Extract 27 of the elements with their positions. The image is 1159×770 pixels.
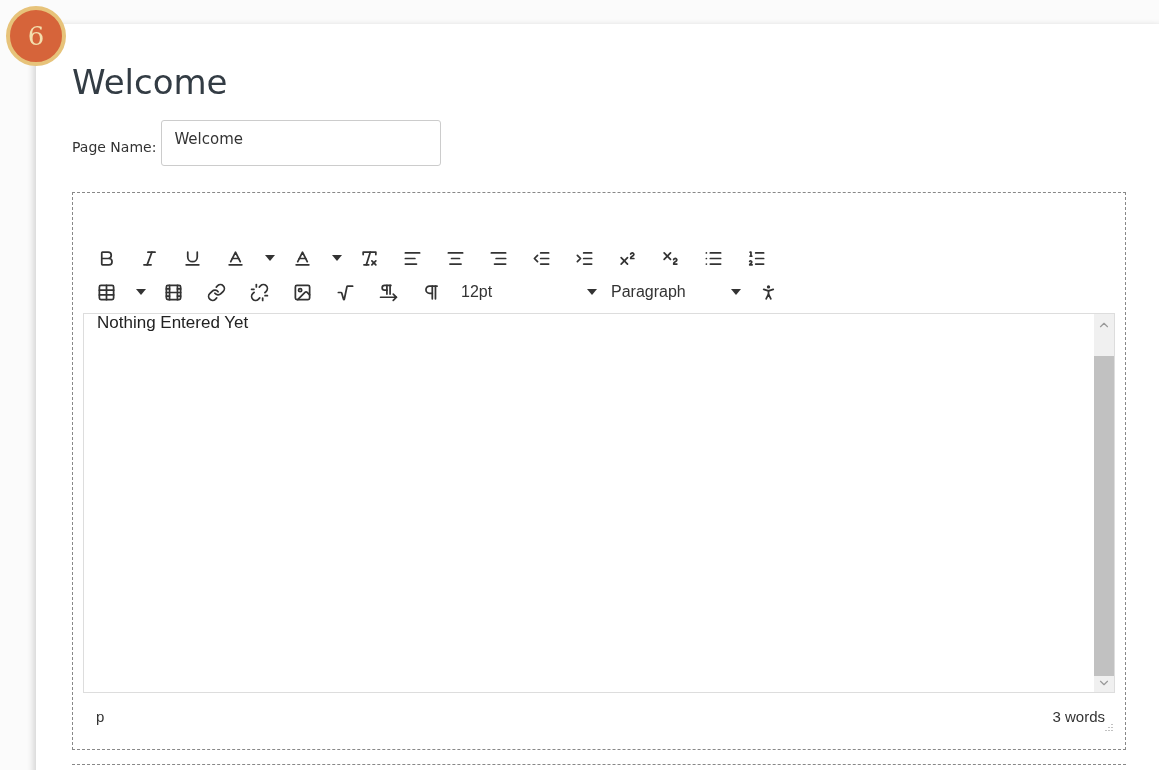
media-icon — [163, 282, 183, 302]
caret-icon — [587, 289, 597, 295]
text-color-icon — [225, 248, 245, 268]
element-path[interactable]: p — [96, 707, 105, 725]
page-name-field[interactable]: Welcome — [161, 120, 442, 166]
block-format-select[interactable]: Paragraph — [611, 279, 741, 305]
background-color-icon — [292, 248, 312, 268]
caret-icon — [731, 289, 741, 295]
font-size-select[interactable]: 12pt — [461, 279, 597, 305]
word-count: 3 words — [1052, 707, 1105, 725]
page-name-label: Page Name: — [72, 139, 157, 155]
content-text: Nothing Entered Yet — [97, 314, 249, 332]
equation-icon — [335, 282, 355, 302]
unlink-icon — [249, 282, 269, 302]
link-icon — [206, 282, 226, 302]
underline-icon — [182, 248, 202, 268]
caret-icon — [265, 255, 275, 261]
caret-icon — [136, 289, 146, 295]
numbered-list-icon — [746, 248, 766, 268]
caret-icon — [332, 255, 342, 261]
resize-handle-icon[interactable] — [1104, 723, 1114, 733]
step-badge: 6 — [6, 6, 66, 66]
image-icon — [292, 282, 312, 302]
page-heading: Welcome — [72, 62, 229, 102]
clear-formatting-icon — [359, 248, 379, 268]
ltr-icon — [378, 282, 398, 302]
table-icon — [96, 282, 116, 302]
